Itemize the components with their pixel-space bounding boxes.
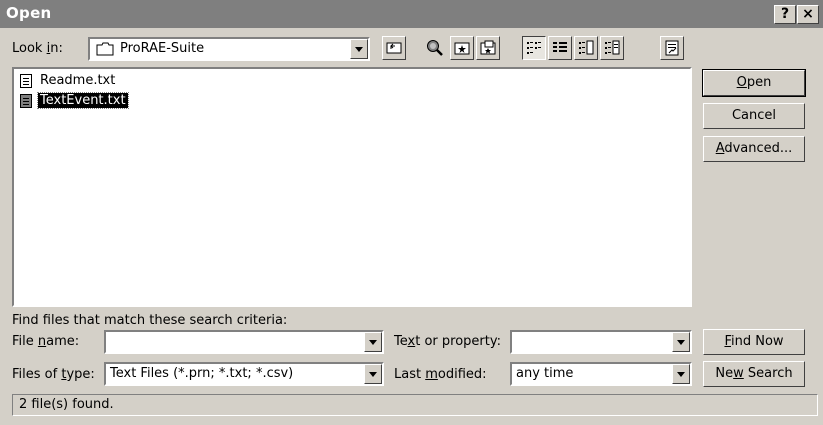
text-file-icon — [20, 74, 32, 88]
file-type-dropdown-arrow[interactable] — [364, 364, 382, 384]
up-one-level-button[interactable] — [382, 36, 406, 60]
last-modified-combo[interactable]: any time — [510, 362, 692, 386]
file-name: Readme.txt — [40, 73, 116, 88]
title-bar[interactable]: Open ? × — [0, 0, 823, 28]
look-in-dropdown-arrow[interactable] — [350, 39, 368, 59]
properties-view-button[interactable] — [574, 36, 598, 60]
advanced-button[interactable]: Advanced... — [703, 136, 805, 162]
file-name: TextEvent.txt — [37, 92, 129, 109]
look-in-label-text: Look — [12, 41, 47, 56]
open-accel: O — [736, 75, 747, 90]
last-modified-value: any time — [516, 366, 574, 381]
search-web-icon — [427, 40, 443, 56]
add-to-favorites-button[interactable] — [476, 36, 500, 60]
open-label: pen — [746, 75, 772, 90]
commands-and-settings-button[interactable] — [660, 36, 684, 60]
open-dialog: Open ? × Look in: ProRAE-Suite Readme.tx… — [0, 0, 823, 425]
list-view-icon — [527, 42, 541, 54]
last-modified-label-suffix: odified: — [437, 367, 487, 382]
text-file-icon — [20, 94, 32, 108]
text-property-label-text: Te — [394, 334, 408, 349]
text-property-label: Text or property: — [394, 334, 501, 349]
file-name-combo[interactable] — [104, 330, 384, 354]
last-modified-dropdown-arrow[interactable] — [672, 364, 690, 384]
file-name-dropdown-arrow[interactable] — [364, 332, 382, 352]
text-property-label-suffix: t or property: — [415, 334, 501, 349]
list-view-button[interactable] — [522, 36, 546, 60]
file-list[interactable]: Readme.txt TextEvent.txt — [12, 67, 692, 307]
status-bar: 2 file(s) found. — [12, 394, 818, 416]
file-name-label-text: File — [12, 334, 38, 349]
open-button[interactable]: Open — [702, 69, 806, 97]
look-in-favorites-button[interactable] — [450, 36, 474, 60]
new-search-accel: w — [733, 366, 744, 381]
new-search-label-prefix: Ne — [715, 366, 734, 381]
search-web-button[interactable] — [423, 36, 447, 60]
look-in-value: ProRAE-Suite — [120, 41, 205, 56]
advanced-label: dvanced... — [724, 141, 793, 156]
file-type-combo[interactable]: Text Files (*.prn; *.txt; *.csv) — [104, 362, 384, 386]
last-modified-label-accel: m — [425, 367, 438, 382]
last-modified-label-text: Last — [394, 367, 426, 382]
file-name-label: File name: — [12, 334, 79, 349]
file-type-label: Files of type: — [12, 367, 95, 382]
dialog-title: Open — [6, 4, 52, 22]
close-button[interactable]: × — [797, 5, 819, 24]
new-search-label: Search — [743, 366, 793, 381]
preview-view-icon — [605, 40, 620, 55]
text-property-dropdown-arrow[interactable] — [672, 332, 690, 352]
properties-view-icon — [579, 40, 594, 55]
look-in-favorites-icon — [454, 42, 470, 55]
details-view-icon — [553, 42, 567, 52]
folder-icon — [96, 42, 114, 56]
commands-and-settings-icon — [665, 40, 679, 56]
details-view-button[interactable] — [548, 36, 572, 60]
help-button[interactable]: ? — [774, 5, 796, 24]
status-text: 2 file(s) found. — [19, 397, 114, 412]
file-name-label-accel: n — [37, 334, 47, 349]
look-in-combo[interactable]: ProRAE-Suite — [88, 37, 370, 61]
text-property-combo[interactable] — [510, 330, 692, 354]
file-name-label-suffix: ame: — [46, 334, 80, 349]
last-modified-label: Last modified: — [394, 367, 487, 382]
preview-view-button[interactable] — [600, 36, 624, 60]
add-to-favorites-icon — [480, 40, 496, 55]
look-in-label: Look in: — [12, 41, 63, 56]
file-type-label-suffix: ype: — [66, 367, 95, 382]
file-type-value: Text Files (*.prn; *.txt; *.csv) — [110, 366, 294, 381]
up-one-level-icon — [386, 42, 402, 54]
look-in-label-suffix: n: — [50, 41, 63, 56]
new-search-button[interactable]: New Search — [703, 361, 805, 387]
criteria-heading: Find files that match these search crite… — [12, 313, 288, 328]
find-now-label: ind Now — [731, 334, 784, 349]
cancel-button[interactable]: Cancel — [703, 103, 805, 129]
file-type-label-text: Files of — [12, 367, 62, 382]
find-now-button[interactable]: Find Now — [703, 329, 805, 355]
